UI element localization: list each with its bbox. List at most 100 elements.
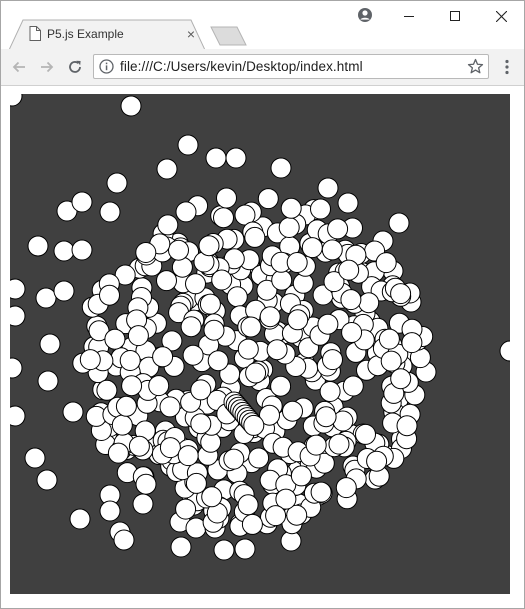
- sketch-circle: [10, 305, 26, 327]
- tab-title: P5.js Example: [47, 27, 124, 41]
- page-viewport: [1, 86, 524, 608]
- sketch-circle: [301, 237, 323, 259]
- sketch-circle: [282, 400, 303, 422]
- sketch-circle: [152, 346, 174, 368]
- star-icon[interactable]: [467, 58, 484, 75]
- sketch-circle: [207, 350, 229, 372]
- sketch-circle: [234, 538, 256, 560]
- sketch-circle: [177, 445, 199, 467]
- sketch-circle: [355, 423, 376, 445]
- sketch-circle: [290, 465, 312, 487]
- sketch-circle: [380, 350, 402, 372]
- sketch-circle: [62, 401, 84, 423]
- sketch-circle: [205, 147, 227, 169]
- sketch-circle: [265, 505, 287, 527]
- p5-sketch-canvas[interactable]: [10, 94, 510, 594]
- document-icon: [29, 26, 41, 41]
- sketch-circle: [305, 434, 327, 456]
- sketch-circle: [390, 368, 412, 390]
- sketch-circle: [335, 477, 357, 499]
- sketch-circle: [223, 448, 245, 470]
- sketch-circle: [266, 339, 288, 361]
- browser-window: P5.js Example × file:///C:/Users/kevin/D…: [0, 0, 525, 609]
- sketch-circle: [390, 283, 412, 305]
- sketch-circle: [199, 293, 221, 315]
- sketch-circle: [340, 289, 362, 311]
- sketch-circle: [322, 349, 343, 371]
- sketch-circle: [156, 270, 177, 292]
- sketch-circle: [182, 344, 204, 366]
- sketch-circle: [185, 273, 206, 295]
- sketch-circle: [113, 529, 135, 551]
- sketch-circle: [115, 395, 137, 417]
- forward-button[interactable]: [35, 55, 59, 79]
- sketch-circle: [319, 381, 341, 402]
- address-bar[interactable]: file:///C:/Users/kevin/Desktop/index.htm…: [93, 54, 489, 79]
- close-window-button[interactable]: [478, 1, 524, 31]
- sketch-circle: [375, 252, 397, 274]
- sketch-circle: [53, 240, 75, 262]
- sketch-circle: [315, 406, 337, 428]
- sketch-circle: [10, 278, 26, 300]
- maximize-button[interactable]: [432, 1, 478, 31]
- sketch-circle: [24, 447, 46, 469]
- sketch-circle: [180, 316, 202, 338]
- sketch-circle: [99, 201, 121, 223]
- profile-icon[interactable]: [357, 7, 373, 23]
- sketch-circle: [132, 493, 154, 515]
- sketch-circle: [96, 379, 118, 401]
- back-button[interactable]: [7, 55, 31, 79]
- sketch-circle: [337, 192, 359, 214]
- browser-toolbar: file:///C:/Users/kevin/Desktop/index.htm…: [1, 49, 524, 86]
- tab-close-icon[interactable]: ×: [183, 26, 199, 42]
- menu-icon: [505, 59, 509, 75]
- sketch-circle: [270, 157, 292, 179]
- sketch-circle: [159, 396, 181, 418]
- sketch-circle: [245, 362, 267, 384]
- sketch-circle: [327, 218, 349, 240]
- sketch-circle: [241, 513, 263, 535]
- sketch-circle: [71, 239, 93, 261]
- sketch-circle: [157, 214, 179, 236]
- menu-button[interactable]: [497, 55, 517, 79]
- sketch-circle: [244, 226, 266, 248]
- new-tab-button[interactable]: [209, 26, 249, 46]
- reload-button[interactable]: [63, 55, 87, 79]
- sketch-circle: [159, 437, 181, 459]
- reload-icon: [69, 60, 81, 73]
- sketch-circle: [248, 447, 270, 469]
- sketch-circle: [107, 442, 129, 464]
- sketch-circle: [278, 217, 300, 238]
- forward-arrow-icon: [41, 61, 54, 73]
- sketch-circle: [310, 198, 331, 220]
- sketch-circle: [342, 375, 364, 397]
- sketch-circle: [237, 494, 259, 516]
- sketch-circle: [69, 508, 91, 530]
- sketch-circle: [213, 539, 235, 561]
- sketch-circle: [175, 498, 197, 520]
- sketch-circle: [36, 469, 58, 491]
- sketch-circle: [310, 481, 332, 503]
- minimize-icon: [404, 16, 414, 17]
- sketch-circle: [226, 286, 248, 308]
- sketch-circle: [135, 242, 157, 263]
- minimize-button[interactable]: [386, 1, 432, 31]
- info-icon[interactable]: [99, 59, 114, 74]
- sketch-circle: [401, 332, 423, 354]
- sketch-circle: [286, 252, 308, 273]
- sketch-circle: [168, 239, 189, 261]
- sketch-circle: [366, 450, 388, 472]
- active-tab[interactable]: P5.js Example ×: [9, 19, 205, 50]
- url-text[interactable]: file:///C:/Users/kevin/Desktop/index.htm…: [120, 59, 363, 74]
- sketch-circle: [259, 306, 281, 328]
- maximize-icon: [450, 11, 460, 21]
- sketch-circle: [198, 235, 220, 257]
- sketch-circle: [378, 328, 400, 350]
- sketch-circle: [185, 472, 207, 494]
- sketch-circle: [10, 405, 26, 427]
- sketch-circle: [237, 338, 259, 360]
- sketch-circle: [104, 328, 126, 350]
- sketch-circle: [111, 414, 133, 436]
- sketch-circle: [121, 375, 143, 397]
- sketch-circle: [27, 235, 49, 257]
